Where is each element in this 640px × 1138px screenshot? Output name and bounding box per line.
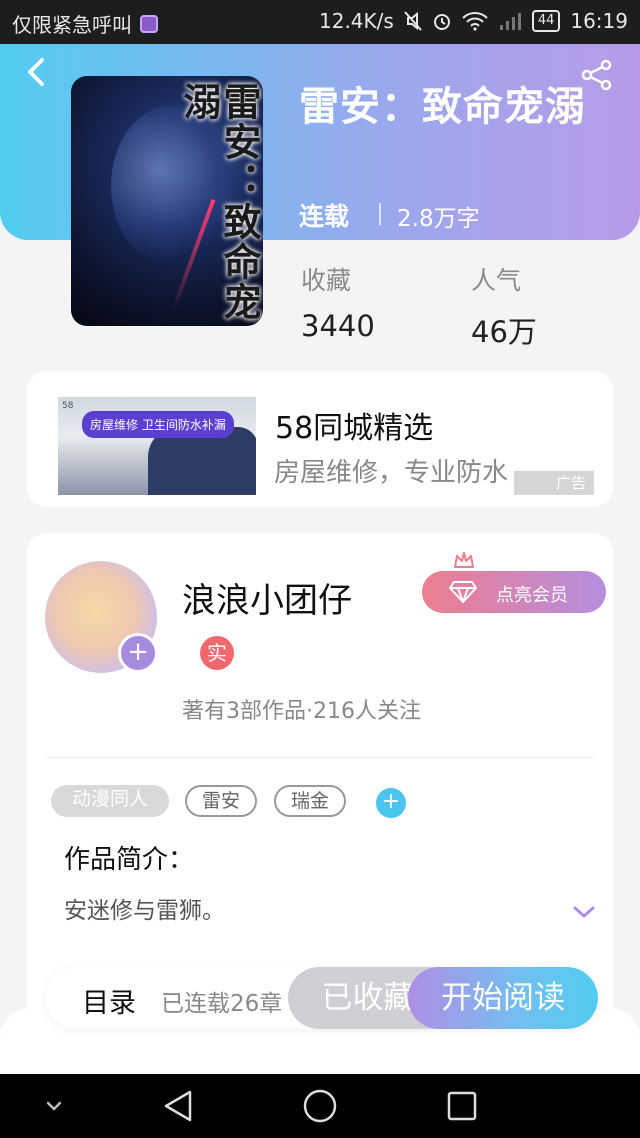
popularity-label: 人气 [471,266,522,295]
ad-image: 58 房屋维修 卫生间防水补漏 [58,397,256,495]
chevron-down-icon[interactable] [572,903,596,921]
author-card: + 浪浪小团仔 点亮会员 实 著有3部作品·216人关注 动漫同人 雷安 瑞金 … [26,533,614,1033]
clock: 16:19 [570,9,628,33]
battery-indicator: 44 [531,10,561,32]
intro-text: 安迷修与雷狮。 [64,898,225,924]
nav-hide-button[interactable] [34,1088,74,1124]
mute-icon [404,11,422,31]
tag-item[interactable]: 雷安 [185,785,257,817]
intro-heading: 作品简介： [64,845,195,875]
wifi-icon [462,12,488,31]
ad-badge: 广告 [514,471,594,495]
chevron-down-icon [46,1101,62,1111]
popularity-value: 46万 [471,315,537,349]
nav-home-button[interactable] [300,1088,340,1124]
square-recents-icon [447,1091,477,1121]
ad-card[interactable]: 58 房屋维修 卫生间防水补漏 58同城精选 房屋维修，专业防水 广告 [26,371,614,507]
ad-image-tag: 房屋维修 卫生间防水补漏 [82,411,234,438]
ad-description: 房屋维修，专业防水 [274,458,509,488]
gallery-notification-icon [140,14,158,33]
toc-button[interactable]: 目录 [82,981,136,1020]
divider [46,757,594,758]
book-status: 连载 [299,202,350,231]
status-bar: 仅限紧急呼叫 12.4K/s 44 16:19 [0,0,640,44]
verified-badge: 实 [200,636,234,670]
book-cover[interactable]: 雷安：致命宠溺 [71,76,263,326]
author-name[interactable]: 浪浪小团仔 [182,573,352,622]
follow-plus-button[interactable]: + [118,633,158,673]
triangle-back-icon [164,1090,192,1122]
ad-title: 58同城精选 [275,411,434,446]
favorites-value: 3440 [301,309,375,343]
author-stats: 著有3部作品·216人关注 [182,699,421,724]
cover-title: 雷安：致命宠溺 [177,82,262,322]
add-tag-button[interactable]: + [376,788,406,818]
toc-status[interactable]: 已连载26章 [161,984,282,1018]
diamond-icon [449,581,477,603]
status-separator [379,203,381,225]
alarm-icon [433,14,450,30]
tag-item[interactable]: 瑞金 [274,785,346,817]
ad-badge-label: 广告 [555,474,586,492]
nav-back-button[interactable] [158,1088,198,1124]
tag-item[interactable]: 动漫同人 [51,785,169,817]
action-bar: 目录 已连载26章 已收藏 开始阅读 [46,967,598,1029]
crown-icon [454,552,474,568]
ad-image-logo: 58 [62,401,74,411]
vip-button[interactable]: 点亮会员 [422,571,606,613]
signal-icon [499,13,521,30]
favorites-label: 收藏 [301,266,352,295]
book-title: 雷安：致命宠溺 [299,84,586,130]
chevron-left-icon [28,58,44,86]
word-count: 2.8万字 [397,206,480,232]
network-speed: 12.4K/s [319,9,394,33]
circle-home-icon [303,1089,337,1123]
start-reading-button[interactable]: 开始阅读 [408,967,598,1029]
back-button[interactable] [22,56,54,88]
carrier-text: 仅限紧急呼叫 [12,13,132,37]
nav-recents-button[interactable] [442,1088,482,1124]
vip-button-label: 点亮会员 [496,585,568,606]
system-navigation-bar [0,1074,640,1138]
